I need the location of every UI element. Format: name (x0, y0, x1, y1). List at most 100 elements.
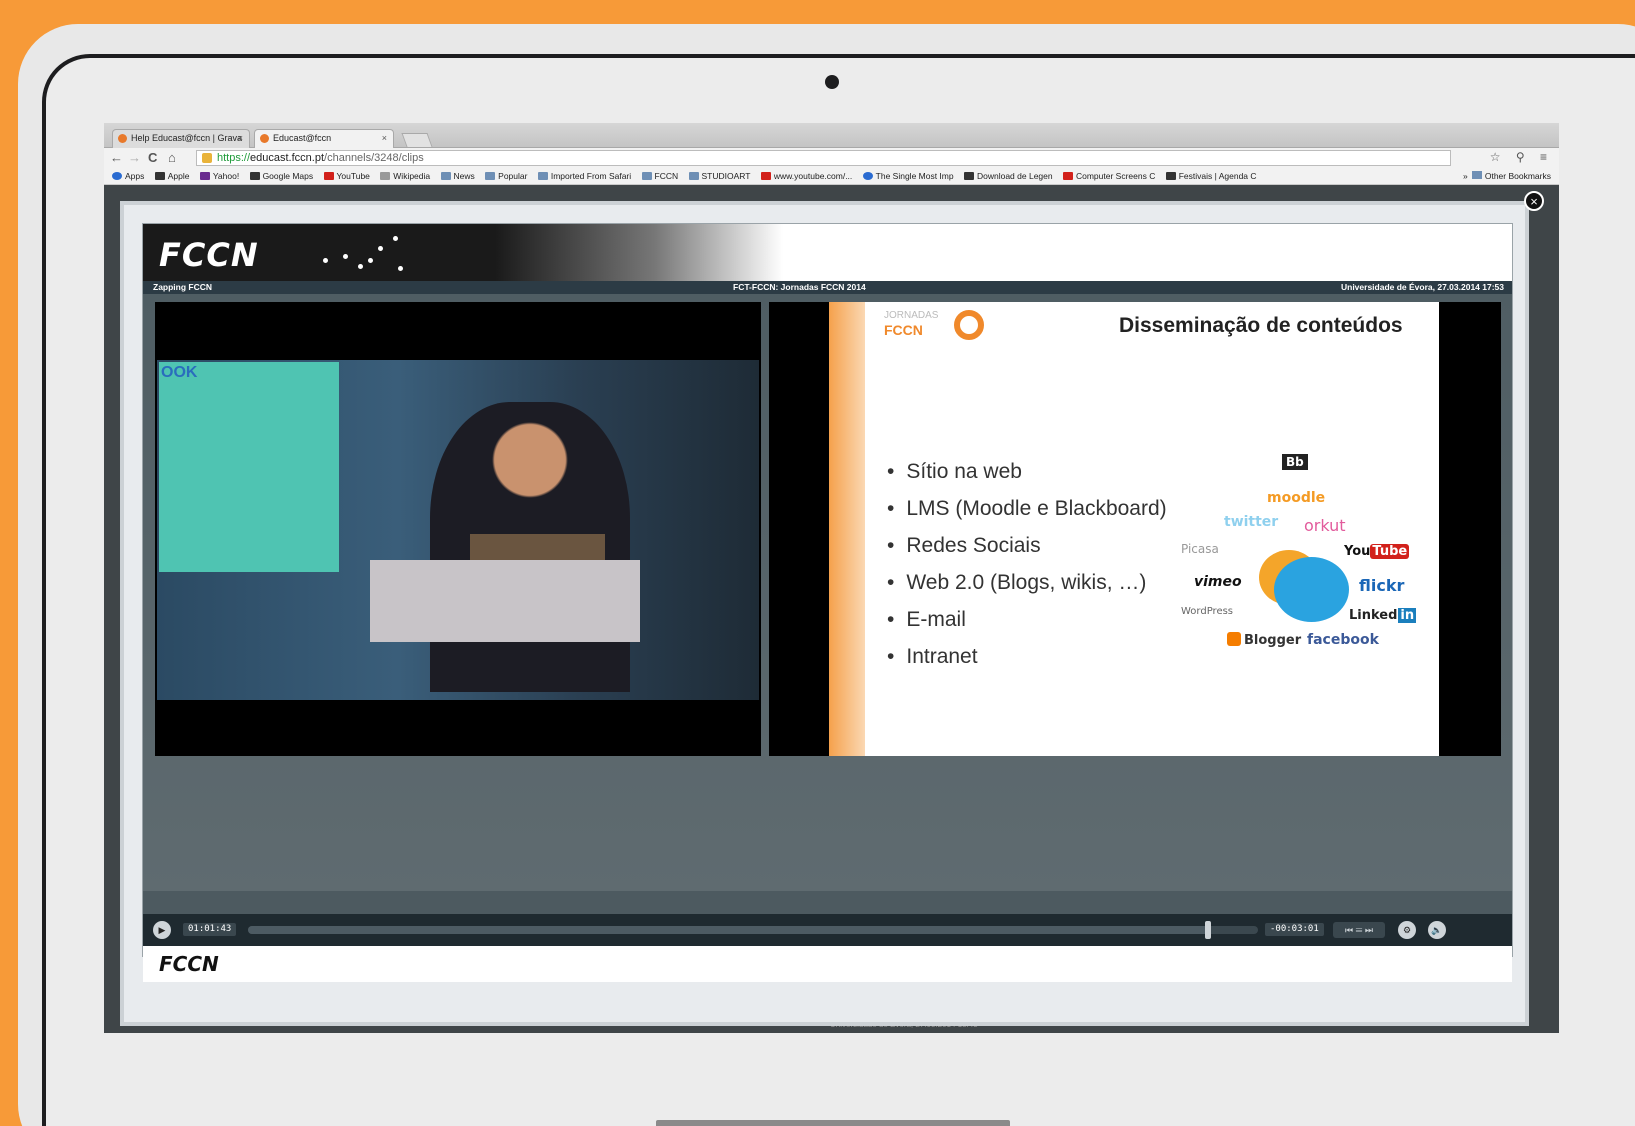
folder-icon (641, 172, 652, 180)
wikipedia-icon (380, 172, 391, 180)
spark-dot (343, 254, 348, 259)
moodle-logo: moodle (1267, 490, 1326, 506)
screen: Help Educast@fccn | Grava × Educast@fccn… (104, 123, 1559, 1033)
slide-video[interactable]: JORNADAS FCCN Disseminação de conteúdos … (769, 302, 1501, 756)
blackboard-logo: Bb (1282, 454, 1308, 470)
bookmark-imported[interactable]: Imported From Safari (537, 168, 631, 184)
chapter-navigation[interactable]: ⏮ ☰ ⏭ (1333, 922, 1385, 938)
bookmark-computer-screens[interactable]: Computer Screens C (1062, 168, 1155, 184)
address-bar[interactable]: https://educast.fccn.pt/channels/3248/cl… (196, 150, 1451, 166)
spark-dot (358, 264, 363, 269)
youtube-logo: You Tube (1344, 544, 1410, 559)
slide-bullet: Redes Sociais (887, 534, 1167, 571)
slide-title: Disseminação de conteúdos (1119, 314, 1403, 337)
speaker-laptop (470, 534, 605, 562)
presentation-slide: JORNADAS FCCN Disseminação de conteúdos … (829, 302, 1439, 756)
play-button[interactable]: ▶ (153, 921, 171, 939)
jornadas-label: JORNADAS (884, 310, 939, 321)
player-content: OOK JORNADAS FCCN Disseminação de conteú… (143, 294, 1512, 891)
lock-icon (202, 153, 212, 163)
folder-icon (688, 172, 699, 180)
bookmark-youtube[interactable]: YouTube (323, 168, 370, 184)
slide-bullet: Web 2.0 (Blogs, wikis, …) (887, 571, 1167, 608)
bookmark-youtube-url[interactable]: www.youtube.com/... (760, 168, 852, 184)
tab-strip: Help Educast@fccn | Grava × Educast@fccn… (104, 123, 1559, 148)
location-date: Universidade de Évora, 27.03.2014 17:53 (1340, 282, 1504, 292)
remaining-time: -00:03:01 (1265, 923, 1324, 936)
seek-bar[interactable] (248, 921, 1258, 939)
close-tab-icon[interactable]: × (382, 133, 387, 143)
bookmark-download-legendas[interactable]: Download de Legen (963, 168, 1053, 184)
bookmark-studioart[interactable]: STUDIOART (688, 168, 750, 184)
bookmark-single-most[interactable]: The Single Most Imp (862, 168, 954, 184)
apple-icon (154, 172, 165, 180)
bookmark-apple[interactable]: Apple (154, 168, 190, 184)
apps-icon (112, 172, 122, 180)
projection-text: OOK (161, 364, 198, 381)
fccn-footer-logo: FCCN (159, 952, 219, 976)
back-icon[interactable]: ← (110, 150, 123, 165)
url-path: /channels/3248/clips (324, 152, 424, 164)
folder-icon (440, 172, 451, 180)
folder-icon (537, 172, 548, 180)
nn-icon (1062, 172, 1073, 180)
yahoo-icon (199, 172, 210, 180)
channel-name: Zapping FCCN (153, 282, 213, 292)
new-tab-button[interactable] (401, 133, 433, 147)
player-footer: FCCN (143, 946, 1512, 982)
tab-help-educast[interactable]: Help Educast@fccn | Grava × (112, 129, 250, 148)
browser-toolbar: ← → C ⌂ https://educast.fccn.pt/channels… (104, 148, 1559, 168)
bookmark-apps[interactable]: Apps (112, 168, 144, 184)
bookmark-news[interactable]: News (440, 168, 475, 184)
other-bookmarks[interactable]: » Other Bookmarks (1463, 168, 1551, 184)
reload-icon[interactable]: C (148, 150, 157, 165)
seek-handle[interactable] (1204, 921, 1211, 939)
bookmarks-more-icon[interactable]: » (1463, 171, 1468, 181)
toolbar-extension-icons[interactable]: ☆ ⚲ ≡ (1490, 150, 1553, 164)
wordpress-logo: WordPress (1181, 606, 1234, 617)
slide-stripe (829, 302, 865, 756)
settings-icon[interactable]: ⚙ (1398, 921, 1416, 939)
bookmark-google-maps[interactable]: Google Maps (249, 168, 313, 184)
speaker-video[interactable]: OOK (155, 302, 761, 756)
close-tab-icon[interactable]: × (238, 133, 243, 143)
twitter-logo: twitter (1224, 514, 1279, 530)
player-controls: ▶ 01:01:43 -00:03:01 ⏮ ☰ ⏭ ⚙ 🔈 (143, 914, 1512, 946)
folder-icon (1472, 171, 1483, 179)
fccn-logo: FCCN (159, 236, 259, 274)
spark-dot (393, 236, 398, 241)
player-banner: FCCN (143, 224, 1512, 281)
speech-bubble-icon (1274, 557, 1349, 622)
orkut-logo: orkut (1304, 516, 1346, 535)
tab-label: Help Educast@fccn | Grava (131, 133, 243, 143)
volume-icon[interactable]: 🔈 (1428, 921, 1446, 939)
slide-bullet: E-mail (887, 608, 1167, 645)
download-icon (963, 172, 974, 180)
bookmark-yahoo[interactable]: Yahoo! (199, 168, 239, 184)
globe-icon (862, 172, 873, 180)
bookmark-festivais[interactable]: Festivais | Agenda C (1165, 168, 1257, 184)
home-icon[interactable]: ⌂ (168, 150, 176, 165)
festival-icon (1165, 172, 1176, 180)
slide-bullets: Sítio na web LMS (Moodle e Blackboard) R… (887, 460, 1167, 682)
forward-icon[interactable]: → (128, 150, 141, 165)
educast-favicon-icon (260, 134, 269, 143)
facebook-logo: facebook (1307, 632, 1379, 648)
flickr-logo: flickr (1359, 576, 1405, 595)
folder-icon (485, 172, 496, 180)
url-host: educast.fccn.pt (250, 152, 325, 164)
bookmark-fccn[interactable]: FCCN (641, 168, 678, 184)
spark-dot (378, 246, 383, 251)
bookmark-popular[interactable]: Popular (485, 168, 527, 184)
educast-favicon-icon (118, 134, 127, 143)
youtube-icon (323, 172, 334, 180)
close-modal-button[interactable]: × (1524, 191, 1544, 211)
picasa-logo: Picasa (1181, 542, 1219, 556)
slide-bullet: Intranet (887, 645, 1167, 682)
maps-icon (249, 172, 260, 180)
bookmark-wikipedia[interactable]: Wikipedia (380, 168, 430, 184)
event-title: FCT-FCCN: Jornadas FCCN 2014 (733, 282, 866, 292)
bookmarks-bar: Apps Apple Yahoo! Google Maps YouTube Wi… (104, 168, 1559, 185)
blogger-logo: Blogger (1227, 632, 1301, 648)
tab-educast[interactable]: Educast@fccn × (254, 129, 394, 148)
